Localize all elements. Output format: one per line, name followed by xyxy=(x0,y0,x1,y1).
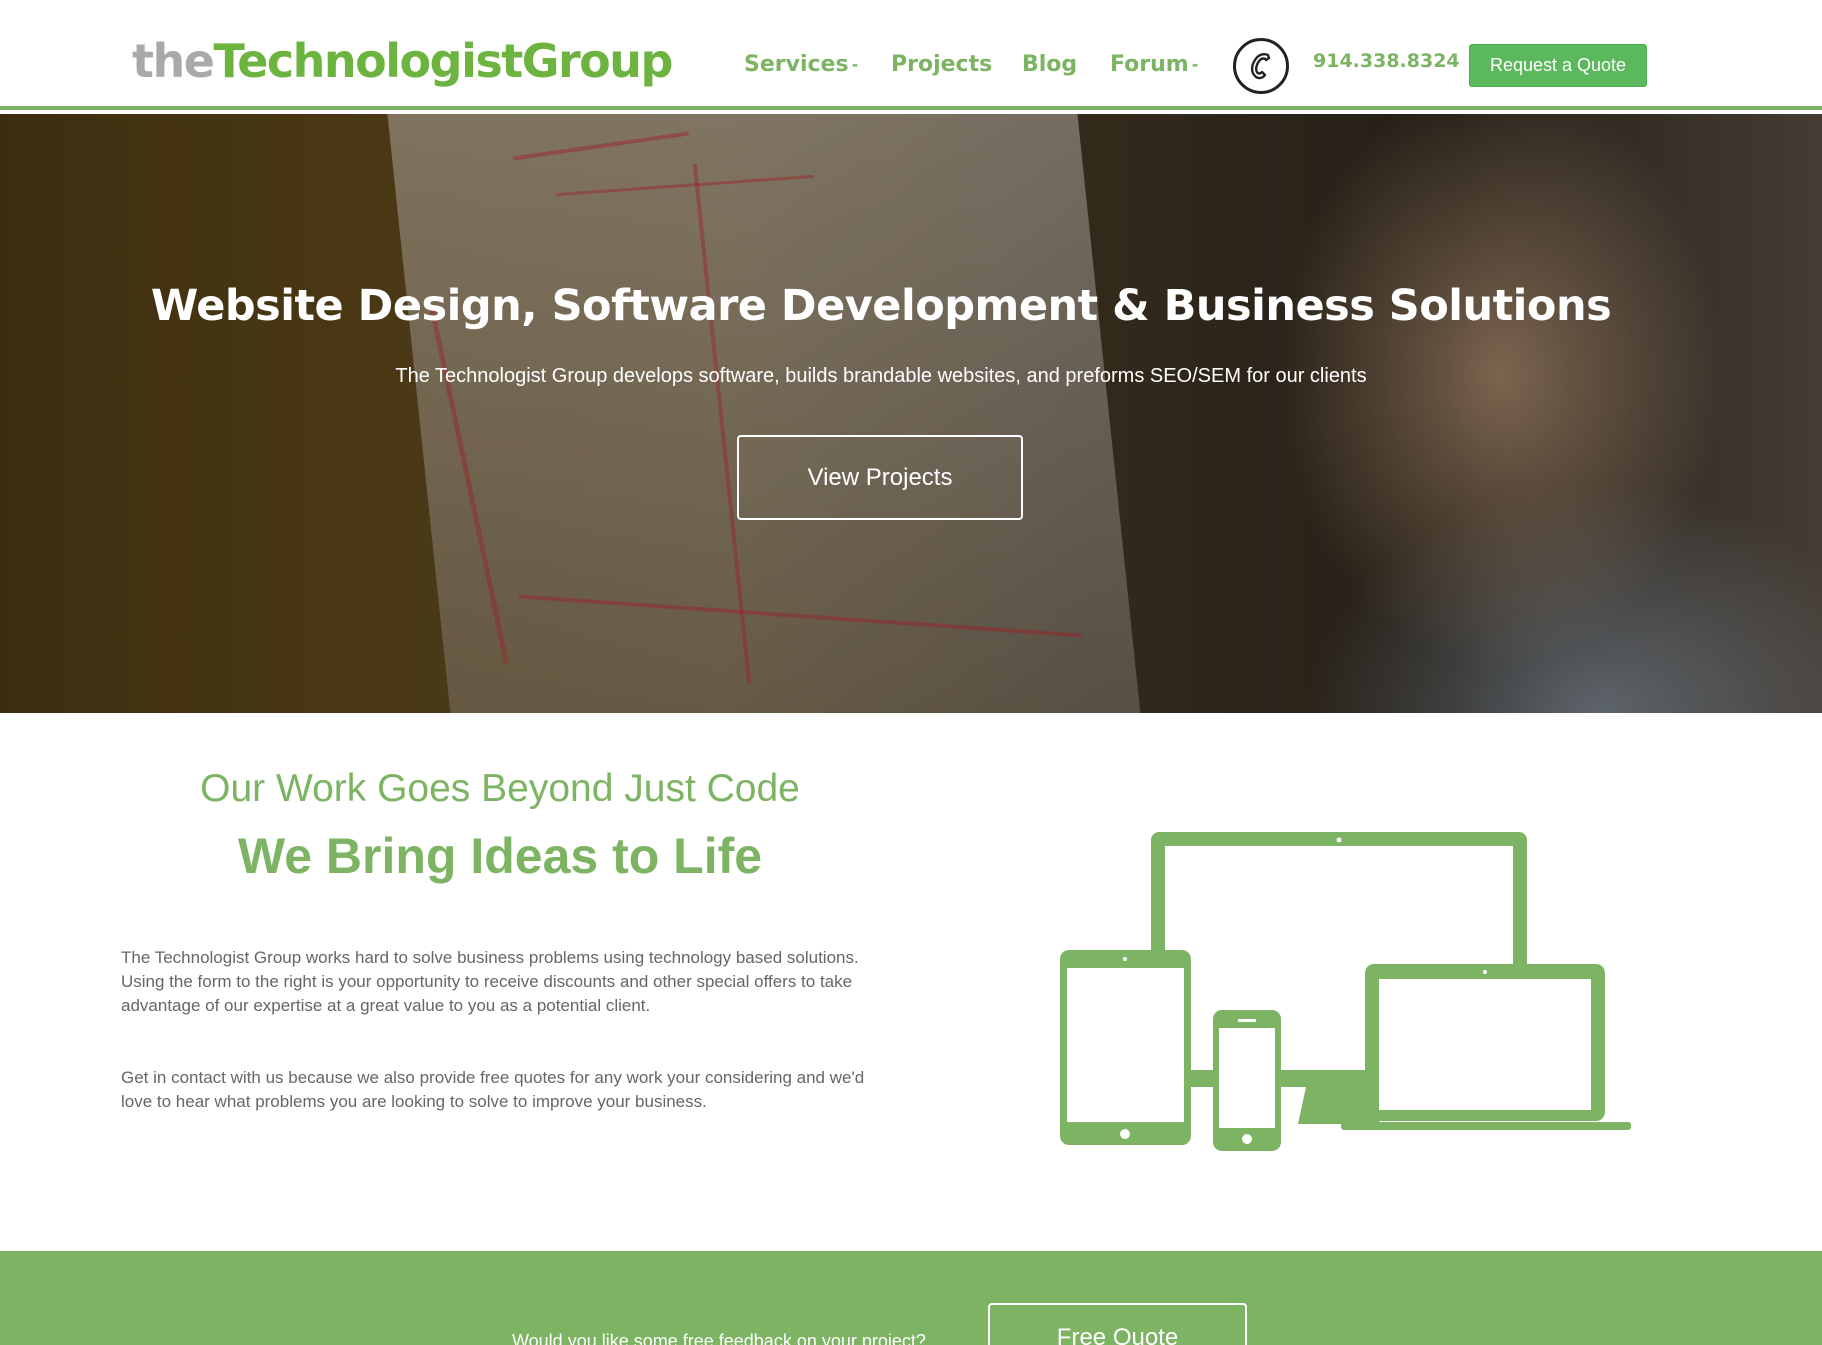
hero-title: Website Design, Software Development & B… xyxy=(150,281,1612,331)
nav-projects[interactable]: Projects xyxy=(891,46,992,82)
chevron-down-icon: - xyxy=(851,54,859,74)
hero-subtitle: The Technologist Group develops software… xyxy=(395,365,1367,387)
cta-question: Would you like some free feedback on you… xyxy=(512,1331,926,1345)
nav-services[interactable]: Services - xyxy=(744,46,858,82)
responsive-devices-illustration xyxy=(1058,832,1638,1167)
site-header: theTechnologistGroup Services - Projects … xyxy=(0,0,1822,110)
about-paragraph-1: The Technologist Group works hard to sol… xyxy=(121,948,859,1015)
nav-forum[interactable]: Forum - xyxy=(1110,46,1198,82)
site-logo[interactable]: theTechnologistGroup xyxy=(132,30,673,92)
nav-blog[interactable]: Blog xyxy=(1022,46,1077,82)
nav-blog-label: Blog xyxy=(1022,51,1078,77)
section-subheading: Our Work Goes Beyond Just Code xyxy=(200,767,800,810)
request-quote-button[interactable]: Request a Quote xyxy=(1469,44,1647,87)
phone-icon[interactable] xyxy=(1233,38,1289,94)
hero-banner: Website Design, Software Development & B… xyxy=(0,114,1822,713)
logo-technologist-group: TechnologistGroup xyxy=(213,34,673,88)
nav-services-label: Services xyxy=(744,51,849,77)
nav-forum-label: Forum xyxy=(1110,51,1189,77)
section-heading: We Bring Ideas to Life xyxy=(237,828,763,884)
cta-band: Would you like some free feedback on you… xyxy=(0,1251,1822,1345)
nav-projects-label: Projects xyxy=(891,51,993,77)
free-quote-button[interactable]: Free Quote xyxy=(988,1303,1247,1345)
about-paragraph-2: Get in contact with us because we also p… xyxy=(121,1068,865,1111)
phone-number[interactable]: 914.338.8324 xyxy=(1313,50,1460,72)
chevron-down-icon: - xyxy=(1191,54,1199,74)
view-projects-button[interactable]: View Projects xyxy=(737,435,1023,520)
logo-the: the xyxy=(132,34,215,88)
